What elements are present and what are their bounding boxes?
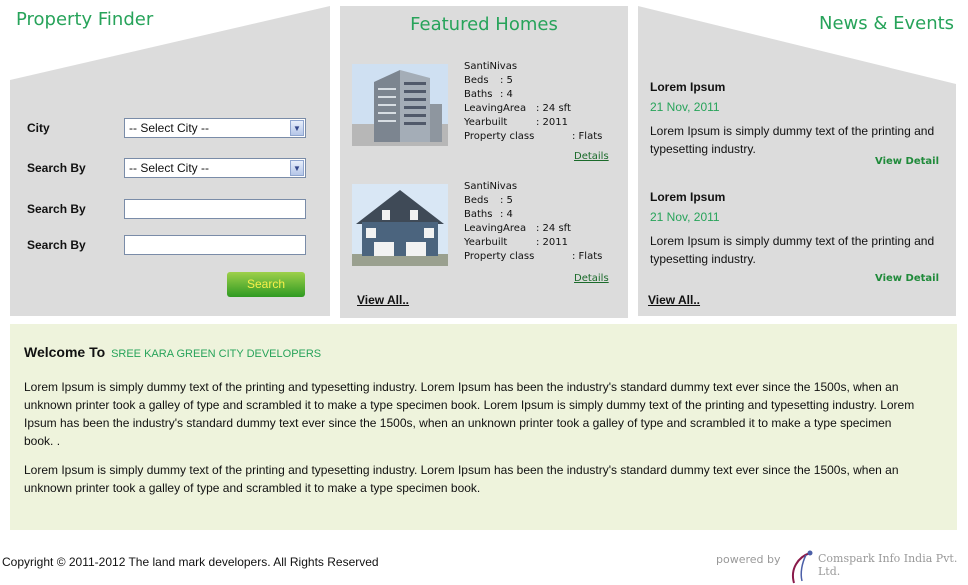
search-by-label-3: Search By — [27, 238, 86, 252]
class-value: : Flats — [572, 131, 603, 142]
area-label: LeavingArea — [464, 223, 527, 234]
class-label: Property class — [464, 131, 535, 142]
details-link[interactable]: Details — [574, 273, 609, 284]
property-image-building[interactable] — [352, 64, 448, 146]
search-by-label-1: Search By — [27, 161, 86, 175]
welcome-heading: Welcome To SREE KARA GREEN CITY DEVELOPE… — [24, 344, 321, 360]
class-label: Property class — [464, 251, 535, 262]
search-button[interactable]: Search — [227, 272, 305, 297]
search-by-select-value: -- Select City -- — [129, 161, 210, 175]
beds-label: Beds — [464, 195, 489, 206]
property-name: SantiNivas — [464, 181, 518, 192]
featured-homes-title: Featured Homes — [410, 14, 558, 35]
featured-homes-panel — [340, 6, 628, 318]
news-events-title: News & Events — [819, 13, 955, 34]
property-finder-title: Property Finder — [16, 9, 154, 30]
beds-value: : 5 — [500, 75, 513, 86]
beds-label: Beds — [464, 75, 489, 86]
year-label: Yearbuilt — [464, 117, 508, 128]
search-by-input-1[interactable] — [124, 199, 306, 219]
view-detail-link[interactable]: View Detail — [875, 156, 939, 167]
area-label: LeavingArea — [464, 103, 527, 114]
news-view-all-link[interactable]: View All.. — [648, 293, 700, 307]
baths-value: : 4 — [500, 209, 513, 220]
baths-label: Baths — [464, 209, 493, 220]
news-item-text: Lorem Ipsum is simply dummy text of the … — [650, 124, 935, 156]
property-info-1: SantiNivas Beds : 5 Baths : 4 LeavingArea:… — [464, 60, 602, 144]
property-info-2: SantiNivas Beds : 5 Baths : 4 LeavingArea:… — [464, 180, 602, 264]
class-value: : Flats — [572, 251, 603, 262]
search-by-select[interactable]: -- Select City -- ▼ — [124, 158, 306, 178]
news-item-title: Lorem Ipsum — [650, 190, 726, 204]
beds-value: : 5 — [500, 195, 513, 206]
area-value: : 24 sft — [536, 223, 571, 234]
welcome-prefix: Welcome To — [24, 344, 106, 360]
featured-view-all-link[interactable]: View All.. — [357, 293, 409, 307]
search-by-input-2[interactable] — [124, 235, 306, 255]
city-select[interactable]: -- Select City -- ▼ — [124, 118, 306, 138]
comspark-logo-icon — [792, 550, 813, 584]
welcome-paragraph-2: Lorem Ipsum is simply dummy text of the … — [24, 463, 899, 495]
city-select-value: -- Select City -- — [129, 121, 210, 135]
news-item-date: 21 Nov, 2011 — [650, 210, 720, 224]
property-image-house[interactable] — [352, 184, 448, 266]
news-item-text: Lorem Ipsum is simply dummy text of the … — [650, 234, 935, 266]
chevron-down-icon[interactable]: ▼ — [290, 160, 304, 176]
baths-value: : 4 — [500, 89, 513, 100]
news-item-date: 21 Nov, 2011 — [650, 100, 720, 114]
company-logo-text[interactable]: Comspark Info India Pvt. Ltd. — [818, 552, 968, 578]
baths-label: Baths — [464, 89, 493, 100]
chevron-down-icon[interactable]: ▼ — [290, 120, 304, 136]
city-label: City — [27, 121, 50, 135]
copyright-text: Copyright © 2011-2012 The land mark deve… — [2, 555, 379, 569]
search-by-label-2: Search By — [27, 202, 86, 216]
details-link[interactable]: Details — [574, 151, 609, 162]
view-detail-link[interactable]: View Detail — [875, 273, 939, 284]
year-label: Yearbuilt — [464, 237, 508, 248]
powered-by-label: powered by — [716, 553, 781, 566]
news-item-title: Lorem Ipsum — [650, 80, 726, 94]
company-name: SREE KARA GREEN CITY DEVELOPERS — [111, 348, 322, 360]
year-value: : 2011 — [536, 117, 568, 128]
property-name: SantiNivas — [464, 61, 518, 72]
area-value: : 24 sft — [536, 103, 571, 114]
year-value: : 2011 — [536, 237, 568, 248]
welcome-paragraph-1: Lorem Ipsum is simply dummy text of the … — [24, 380, 915, 448]
